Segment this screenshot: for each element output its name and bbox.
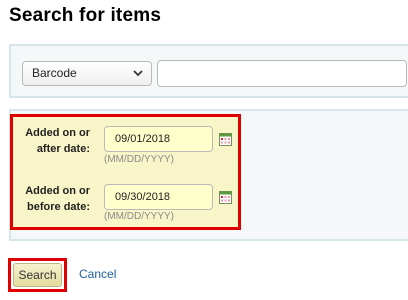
- added-after-label: Added on or after date:: [25, 127, 90, 155]
- added-before-date-input[interactable]: 09/30/2018: [104, 184, 213, 210]
- search-query-input[interactable]: [157, 60, 407, 87]
- search-field-select[interactable]: Barcode: [22, 61, 152, 86]
- chevron-down-icon: [133, 70, 143, 77]
- cancel-link[interactable]: Cancel: [79, 267, 116, 281]
- added-before-format-hint: (MM/DD/YYYY): [104, 211, 174, 222]
- added-before-label: Added on or before date:: [25, 185, 90, 213]
- calendar-icon[interactable]: [219, 191, 232, 204]
- added-after-date-input[interactable]: 09/01/2018: [104, 126, 213, 152]
- calendar-icon[interactable]: [219, 133, 232, 146]
- search-button[interactable]: Search: [13, 263, 62, 287]
- added-after-format-hint: (MM/DD/YYYY): [104, 154, 174, 165]
- search-field-select-label: Barcode: [32, 66, 77, 80]
- page-title: Search for items: [9, 5, 162, 26]
